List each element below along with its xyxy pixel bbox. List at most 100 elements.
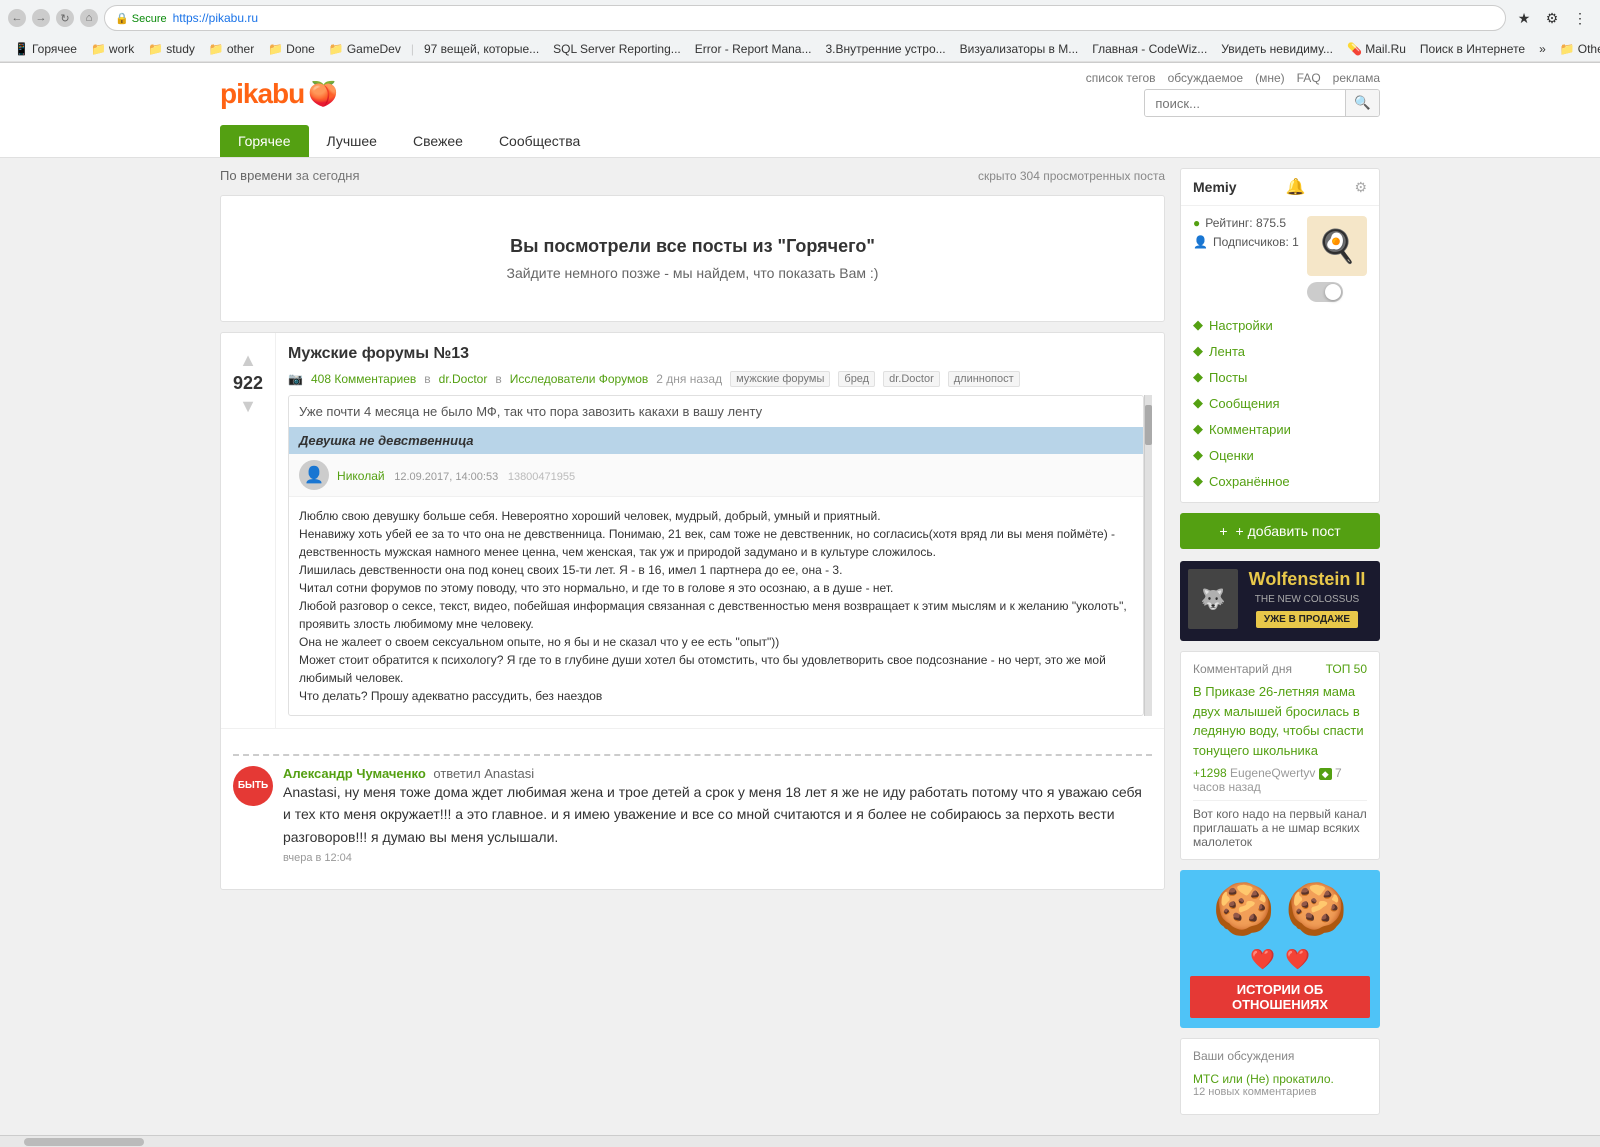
user-nav: ◆ Настройки ◆ Лента ◆ Посты ◆ Сообщения (1181, 312, 1379, 502)
bookmark-97[interactable]: 97 вещей, которые... (418, 40, 545, 58)
page-scrollbar[interactable] (0, 1135, 1600, 1147)
search-bar[interactable]: 🔍 (1144, 89, 1380, 117)
author-badge: ◆ (1319, 768, 1332, 780)
bookmark-work[interactable]: 📁 work (85, 40, 140, 58)
content-area: По времени за сегодня скрыто 304 просмот… (220, 168, 1165, 1125)
tag-2[interactable]: бред (838, 371, 875, 387)
header-link-faq[interactable]: FAQ (1297, 71, 1321, 85)
messages-icon: ◆ (1193, 395, 1203, 411)
notification-bell[interactable]: 🔔 (1286, 177, 1306, 197)
post-category-link[interactable]: Исследователи Форумов (510, 372, 649, 386)
meta-icon: 📷 (288, 372, 303, 386)
bookmark-uv[interactable]: Увидеть невидиму... (1215, 40, 1339, 58)
bookmark-done[interactable]: 📁 Done (262, 40, 321, 58)
bookmark-codewiz[interactable]: Главная - CodeWiz... (1086, 40, 1213, 58)
cookies-art: 🍪 🍪 (1190, 880, 1370, 939)
nav-settings[interactable]: ◆ Настройки (1181, 312, 1379, 338)
nav-communities[interactable]: Сообщества (481, 125, 598, 157)
comment-count-link[interactable]: 408 Комментариев (311, 372, 416, 386)
forum-avatar: 👤 (299, 460, 329, 490)
nav-best[interactable]: Лучшее (309, 125, 395, 157)
site-header: pikabu 🍑 список тегов обсуждаемое (мне) … (0, 63, 1600, 158)
bookmarks-icon[interactable]: ★ (1512, 6, 1536, 30)
dotted-separator (233, 754, 1152, 756)
tag-4[interactable]: длиннопост (948, 371, 1020, 387)
search-button[interactable]: 🔍 (1345, 90, 1379, 116)
url-display: https://pikabu.ru (173, 11, 258, 25)
bookmark-other-bookmarks[interactable]: 📁 Other bookmarks (1554, 40, 1600, 58)
extensions-icon[interactable]: ⚙ (1540, 6, 1564, 30)
post-title[interactable]: Мужские форумы №13 (288, 345, 1152, 363)
bookmark-apps[interactable]: 📱 Горячее (8, 40, 83, 58)
tag-3[interactable]: dr.Doctor (883, 371, 940, 387)
nav-ratings[interactable]: ◆ Оценки (1181, 442, 1379, 468)
toggle-switch[interactable] (1307, 282, 1343, 302)
bookmark-search[interactable]: Поиск в Интернете (1414, 40, 1531, 58)
bookmark-sql[interactable]: SQL Server Reporting... (547, 40, 687, 58)
comment-author[interactable]: Александр Чумаченко (283, 766, 426, 781)
wolf-ad-banner[interactable]: 🐺 Wolfenstein II THE NEW COLOSSUS УЖЕ В … (1180, 561, 1380, 641)
bookmark-error[interactable]: Error - Report Mana... (689, 40, 818, 58)
forum-date: 12.09.2017, 14:00:53 (394, 471, 498, 483)
comment-content: Александр Чумаченко ответил Anastasi Ana… (283, 766, 1152, 864)
page: pikabu 🍑 список тегов обсуждаемое (мне) … (0, 63, 1600, 1125)
scrollbar-thumb (24, 1138, 144, 1146)
posts-icon: ◆ (1193, 369, 1203, 385)
post-author-link[interactable]: dr.Doctor (439, 372, 488, 386)
address-bar[interactable]: 🔒 Secure https://pikabu.ru (104, 5, 1506, 31)
downvote-button[interactable]: ▼ (237, 394, 259, 419)
upvote-button[interactable]: ▲ (237, 348, 259, 373)
comment-day-text: В Приказе 26-летняя мама двух малышей бр… (1193, 682, 1367, 760)
bookmark-more[interactable]: » (1533, 40, 1552, 58)
bookmark-3[interactable]: 3.Внутренние устро... (819, 40, 951, 58)
bookmark-study[interactable]: 📁 study (142, 40, 201, 58)
search-input[interactable] (1145, 91, 1345, 116)
saved-icon: ◆ (1193, 473, 1203, 489)
menu-icon[interactable]: ⋮ (1568, 6, 1592, 30)
comment-of-day: Комментарий дня ТОП 50 В Приказе 26-летн… (1180, 651, 1380, 860)
folder-icon-5: 📁 (329, 42, 344, 56)
site-logo: pikabu 🍑 (220, 78, 337, 110)
nav-posts[interactable]: ◆ Посты (1181, 364, 1379, 390)
forward-button[interactable]: → (32, 9, 50, 27)
meta-sep-2: в (495, 372, 501, 386)
filter-today-link[interactable]: за сегодня (296, 168, 360, 183)
nav-feed[interactable]: ◆ Лента (1181, 338, 1379, 364)
comment-item: БЫТЬ Александр Чумаченко ответил Anastas… (233, 766, 1152, 864)
user-card-header: Memiy 🔔 ⚙ (1181, 169, 1379, 206)
settings-icon[interactable]: ⚙ (1354, 179, 1367, 196)
bookmark-viz[interactable]: Визуализаторы в М... (954, 40, 1085, 58)
tag-1[interactable]: мужские форумы (730, 371, 830, 387)
nav-messages[interactable]: ◆ Сообщения (1181, 390, 1379, 416)
header-link-tags[interactable]: список тегов (1086, 71, 1156, 85)
wolf-buy-button[interactable]: УЖЕ В ПРОДАЖЕ (1256, 611, 1358, 628)
forum-post-author: 👤 Николай 12.09.2017, 14:00:53 138004719… (289, 454, 1143, 497)
home-button[interactable]: ⌂ (80, 9, 98, 27)
header-link-discussed[interactable]: обсуждаемое (1168, 71, 1244, 85)
nav-comments[interactable]: ◆ Комментарии (1181, 416, 1379, 442)
bookmark-gamedev[interactable]: 📁 GameDev (323, 40, 407, 58)
apps-icon: 📱 (14, 42, 29, 56)
wolf-subtitle: THE NEW COLOSSUS (1242, 594, 1372, 605)
discussion-link-1[interactable]: МТС или (Не) прокатило. (1193, 1072, 1334, 1086)
reload-button[interactable]: ↻ (56, 9, 74, 27)
nav-saved[interactable]: ◆ Сохранённое (1181, 468, 1379, 494)
bookmark-mail[interactable]: 💊 Mail.Ru (1341, 40, 1412, 58)
header-link-me[interactable]: (мне) (1255, 71, 1285, 85)
feed-icon: ◆ (1193, 343, 1203, 359)
back-button[interactable]: ← (8, 9, 26, 27)
cookies-ad[interactable]: 🍪 🍪 ❤️ ❤️ ИСТОРИИ ОБ ОТНОШЕНИЯХ (1180, 870, 1380, 1028)
nav-hot[interactable]: Горячее (220, 125, 309, 157)
subscribers-icon: 👤 (1193, 235, 1208, 249)
header-link-ads[interactable]: реклама (1333, 71, 1380, 85)
nav-fresh[interactable]: Свежее (395, 125, 481, 157)
bookmarks-bar: 📱 Горячее 📁 work 📁 study 📁 other 📁 Done … (0, 36, 1600, 62)
logo-emoji: 🍑 (308, 80, 337, 109)
add-post-button[interactable]: + + добавить пост (1180, 513, 1380, 549)
bookmark-other[interactable]: 📁 other (203, 40, 260, 58)
comment-day-post-link[interactable]: В Приказе 26-летняя мама двух малышей бр… (1193, 684, 1364, 758)
comments-icon: ◆ (1193, 421, 1203, 437)
top50-link[interactable]: ТОП 50 (1326, 662, 1367, 676)
post-scrollbar[interactable] (1144, 395, 1152, 716)
bookmark-separator: | (411, 42, 414, 56)
